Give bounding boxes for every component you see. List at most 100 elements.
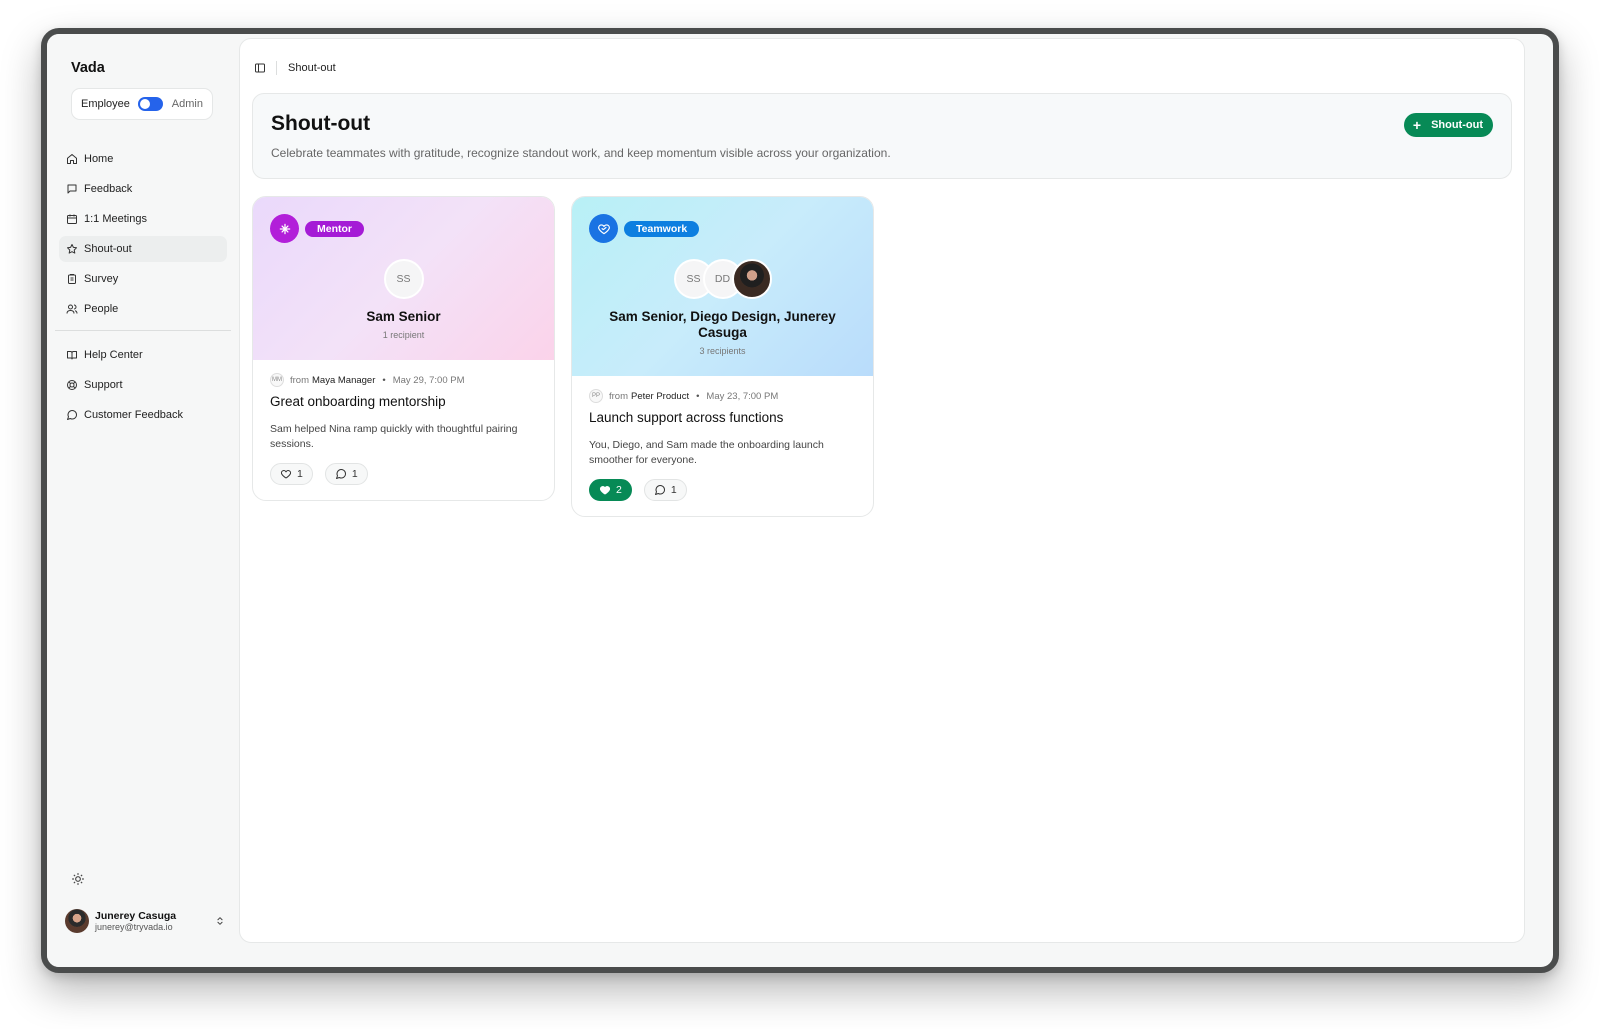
book-icon — [67, 351, 77, 360]
star-icon — [67, 244, 77, 254]
app-window: Vada Employee Admin Home Feedback 1:1 Me… — [41, 28, 1559, 973]
sidebar-item-support[interactable]: Support — [59, 372, 227, 398]
reactions: 2 1 — [589, 478, 856, 501]
from-prefix: from — [290, 374, 309, 386]
like-button[interactable]: 2 — [589, 478, 632, 501]
sparkles-icon — [270, 214, 299, 243]
shout-out-meta: PP from Peter Product • May 23, 7:00 PM — [589, 389, 856, 403]
user-email: junerey@tryvada.io — [95, 921, 173, 932]
sidebar-item-label: Help Center — [84, 349, 143, 361]
sun-icon[interactable] — [71, 872, 85, 886]
card-header: Mentor SS Sam Senior 1 recipient — [253, 197, 554, 360]
shout-out-card[interactable]: Teamwork SS DD Sam Senior, Diego Design,… — [571, 196, 874, 517]
users-icon — [66, 304, 78, 314]
role-toggle[interactable] — [138, 97, 164, 111]
user-info: Junerey Casuga junerey@tryvada.io — [95, 910, 176, 932]
recipient-names: Sam Senior, Diego Design, Junerey Casuga — [609, 309, 836, 341]
shout-out-message: You, Diego, and Sam made the onboarding … — [589, 439, 824, 466]
clipboard-icon — [68, 274, 76, 284]
timestamp: May 23, 7:00 PM — [706, 390, 779, 402]
like-count: 2 — [616, 483, 622, 496]
shout-out-title: Great onboarding mentorship — [270, 394, 446, 409]
recipient-avatars: SS — [253, 259, 554, 299]
shout-out-message: Sam helped Nina ramp quickly with though… — [270, 423, 518, 450]
avatar: SS — [383, 259, 424, 299]
avatar-photo — [731, 259, 772, 299]
message-circle-icon — [67, 410, 77, 420]
shout-out-title: Launch support across functions — [589, 410, 784, 425]
role-switch[interactable]: Employee Admin — [71, 88, 213, 120]
message-square-icon — [67, 184, 77, 194]
sidebar-item-help-center[interactable]: Help Center — [59, 342, 227, 368]
comment-icon — [654, 484, 665, 495]
card-body: PP from Peter Product • May 23, 7:00 PM … — [572, 376, 873, 501]
sidebar-item-home[interactable]: Home — [59, 146, 227, 172]
page-title: Shout-out — [271, 112, 371, 135]
sidebar-item-survey[interactable]: Survey — [59, 266, 227, 292]
sender-name: Peter Product — [631, 390, 690, 402]
user-menu[interactable]: Junerey Casuga junerey@tryvada.io — [65, 906, 225, 936]
recipient-count: 1 recipient — [382, 330, 425, 340]
sidebar-item-customer-feedback[interactable]: Customer Feedback — [59, 402, 227, 428]
sidebar-item-label: Home — [84, 153, 114, 165]
new-shout-out-label: Shout-out — [1431, 119, 1483, 131]
shout-out-meta: MM from Maya Manager • May 29, 7:00 PM — [270, 373, 537, 387]
comment-button[interactable]: 1 — [324, 462, 368, 485]
sidebar-item-people[interactable]: People — [59, 296, 227, 322]
sidebar-item-label: Customer Feedback — [84, 409, 184, 421]
page-subtitle: Celebrate teammates with gratitude, reco… — [271, 146, 891, 160]
sidebar-item-shout-out[interactable]: Shout-out — [59, 236, 227, 262]
shout-out-card[interactable]: Mentor SS Sam Senior 1 recipient MM from… — [252, 196, 555, 501]
handshake-icon — [589, 214, 618, 243]
app-logo-text: Vada — [71, 60, 105, 76]
sidebar: Vada Employee Admin Home Feedback 1:1 Me… — [47, 34, 239, 967]
comment-count: 1 — [351, 467, 358, 480]
timestamp: May 29, 7:00 PM — [392, 374, 465, 386]
life-buoy-icon — [67, 380, 77, 390]
toggle-sidebar-icon[interactable] — [254, 62, 266, 74]
role-admin-label: Admin — [171, 98, 203, 110]
user-name: Junerey Casuga — [95, 909, 177, 922]
new-shout-out-button[interactable]: + Shout-out — [1403, 113, 1493, 137]
secondary-nav: Help Center Support Customer Feedback — [59, 342, 227, 432]
sidebar-item-label: 1:1 Meetings — [84, 213, 147, 225]
comment-count: 1 — [670, 483, 677, 496]
topbar: Shout-out — [254, 61, 336, 75]
heart-filled-icon — [599, 485, 611, 495]
sidebar-item-feedback[interactable]: Feedback — [59, 176, 227, 202]
chevrons-up-down-icon — [217, 917, 223, 925]
avatar — [65, 909, 89, 933]
sidebar-item-label: Feedback — [84, 183, 133, 195]
comment-icon — [335, 468, 346, 479]
sender-name: Maya Manager — [312, 374, 376, 386]
avatar: MM — [270, 373, 284, 387]
from-prefix: from — [609, 390, 628, 402]
recipient-count: 3 recipients — [699, 346, 746, 356]
recipient-names: Sam Senior — [366, 309, 441, 324]
category-badge: Teamwork — [624, 221, 700, 237]
home-icon — [67, 154, 77, 164]
sidebar-item-label: People — [84, 303, 119, 315]
card-body: MM from Maya Manager • May 29, 7:00 PM G… — [253, 360, 554, 485]
topbar-divider — [276, 61, 277, 75]
comment-button[interactable]: 1 — [643, 478, 687, 501]
sidebar-item-meetings[interactable]: 1:1 Meetings — [59, 206, 227, 232]
breadcrumb: Shout-out — [288, 62, 336, 74]
avatar: PP — [589, 389, 603, 403]
recipient-avatars: SS DD — [572, 259, 873, 299]
sidebar-item-label: Survey — [84, 273, 119, 285]
main-content: Shout-out Shout-out Celebrate teammates … — [239, 38, 1525, 943]
reactions: 1 1 — [270, 462, 537, 485]
like-count: 1 — [297, 467, 303, 480]
sidebar-item-label: Shout-out — [84, 243, 132, 255]
separator-dot: • — [696, 390, 700, 402]
heart-icon — [280, 469, 292, 479]
role-employee-label: Employee — [81, 98, 130, 110]
category-badge: Mentor — [305, 221, 364, 237]
like-button[interactable]: 1 — [270, 462, 313, 485]
page-header: Shout-out Celebrate teammates with grati… — [252, 93, 1512, 179]
calendar-icon — [67, 214, 77, 224]
sidebar-divider — [55, 330, 231, 331]
sidebar-item-label: Support — [84, 379, 123, 391]
plus-icon: + — [1412, 117, 1422, 133]
